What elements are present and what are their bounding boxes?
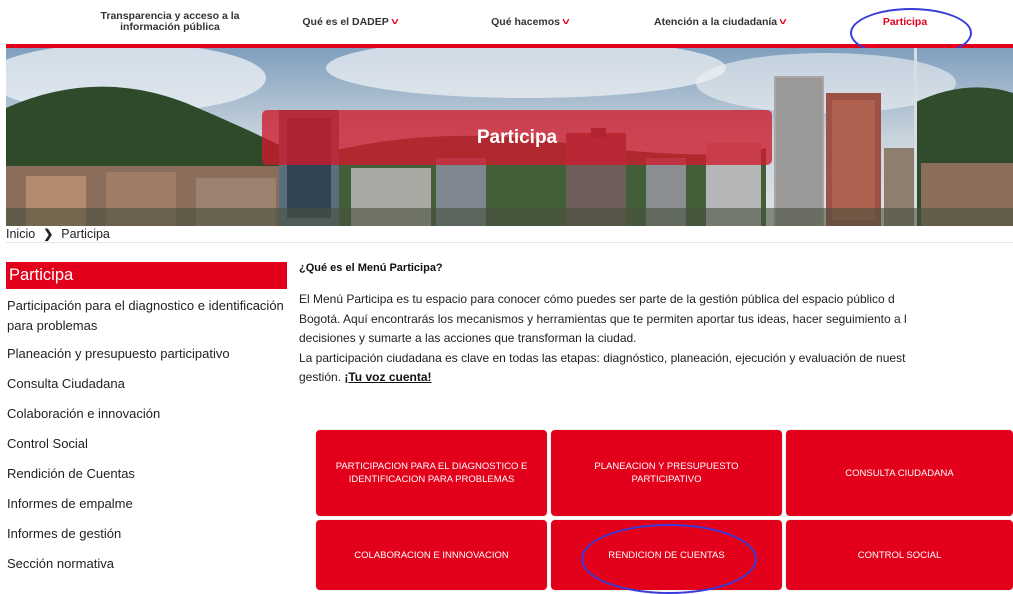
top-navigation: Transparencia y acceso a la información …	[0, 0, 1013, 48]
description-line: Bogotá. Aquí encontrarás los mecanismos …	[299, 311, 907, 326]
description-line: decisiones y sumarte a las acciones que …	[299, 331, 637, 345]
breadcrumb-current: Participa	[61, 227, 110, 241]
description-line: La participación ciudadana es clave en t…	[299, 350, 906, 365]
sidebar-item-colaboracion[interactable]: Colaboración e innovación	[7, 404, 287, 424]
description-line: gestión. ¡Tu voz cuenta!	[299, 368, 1013, 388]
breadcrumb: Inicio ❯ Participa	[6, 227, 110, 241]
nav-que-hacemos[interactable]: Qué hacemos ˅	[475, 0, 585, 44]
main-heading: ¿Qué es el Menú Participa?	[299, 262, 443, 274]
chevron-down-icon: ˅	[390, 16, 399, 28]
nav-atencion-ciudadania[interactable]: Atención a la ciudadanía ˅	[640, 0, 800, 44]
main-description: El Menú Participa es tu espacio para con…	[299, 290, 1013, 388]
description-line-end: gestión.	[299, 370, 345, 384]
sidebar-item-control-social[interactable]: Control Social	[7, 434, 287, 454]
hero-title-banner: Participa	[262, 110, 772, 165]
sidebar-item-empalme[interactable]: Informes de empalme	[7, 494, 287, 514]
sidebar-item-rendicion[interactable]: Rendición de Cuentas	[7, 464, 287, 484]
tile-planeacion[interactable]: PLANEACION Y PRESUPUESTO PARTICIPATIVO	[551, 430, 782, 516]
tile-control-social[interactable]: CONTROL SOCIAL	[786, 520, 1013, 590]
chevron-right-icon: ❯	[43, 227, 54, 241]
nav-que-es-label: Qué es el DADEP	[302, 15, 389, 28]
chevron-down-icon: ˅	[562, 16, 570, 28]
nav-transparency-link[interactable]: Transparencia y acceso a la información …	[85, 0, 255, 44]
sidebar-item-normativa[interactable]: Sección normativa	[7, 554, 287, 574]
sidebar-title: Participa	[6, 262, 287, 289]
description-line: El Menú Participa es tu espacio para con…	[299, 292, 895, 306]
sidebar-item-planeacion[interactable]: Planeación y presupuesto participativo	[7, 344, 287, 364]
sidebar-item-diagnostico[interactable]: Participación para el diagnostico e iden…	[7, 296, 287, 336]
tile-consulta[interactable]: CONSULTA CIUDADANA	[786, 430, 1013, 516]
tile-rendicion[interactable]: RENDICION DE CUENTAS	[551, 520, 782, 590]
nav-que-hacemos-label: Qué hacemos	[491, 15, 561, 28]
breadcrumb-divider	[6, 242, 1013, 243]
nav-atencion-label: Atención a la ciudadanía	[654, 15, 778, 28]
hero-image: Participa	[6, 48, 1013, 226]
sidebar-item-consulta[interactable]: Consulta Ciudadana	[7, 374, 287, 394]
breadcrumb-home-link[interactable]: Inicio	[6, 227, 35, 241]
tile-diagnostico[interactable]: PARTICIPACION PARA EL DIAGNOSTICO E IDEN…	[316, 430, 547, 516]
tile-colaboracion[interactable]: COLABORACION E INNNOVACION	[316, 520, 547, 590]
tu-voz-cuenta-link[interactable]: ¡Tu voz cuenta!	[344, 370, 431, 384]
chevron-down-icon: ˅	[779, 16, 787, 28]
nav-participa[interactable]: Participa	[855, 0, 955, 44]
sidebar-item-gestion[interactable]: Informes de gestión	[7, 524, 287, 544]
nav-que-es-dadep[interactable]: Qué es el DADEP ˅	[285, 0, 415, 44]
